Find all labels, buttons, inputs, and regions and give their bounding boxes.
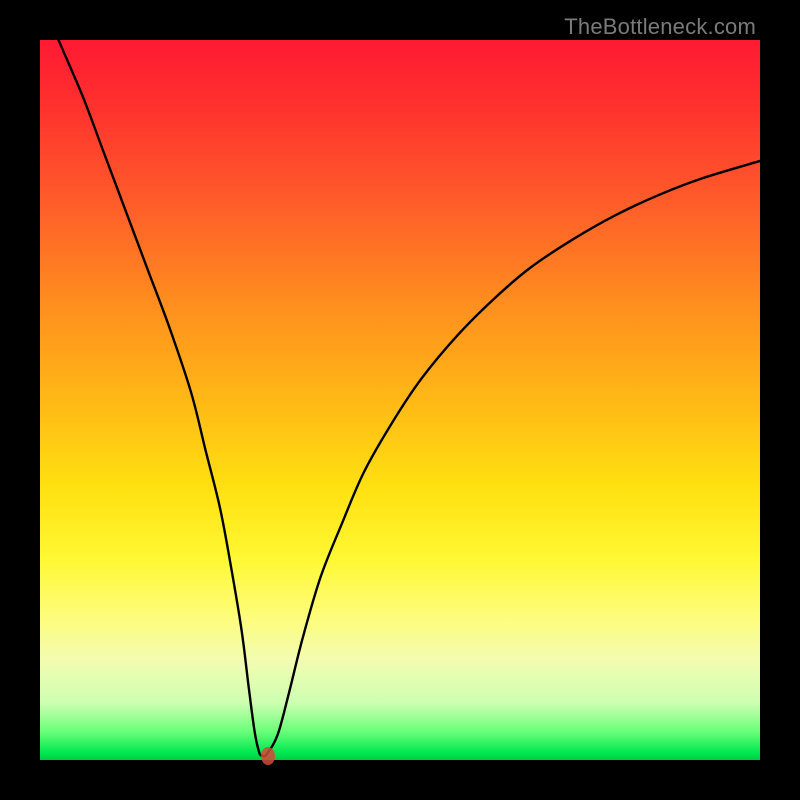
optimal-point-marker xyxy=(261,747,275,765)
watermark-text: TheBottleneck.com xyxy=(564,14,756,40)
bottleneck-curve xyxy=(40,40,760,760)
plot-area xyxy=(40,40,760,760)
chart-frame: TheBottleneck.com xyxy=(0,0,800,800)
